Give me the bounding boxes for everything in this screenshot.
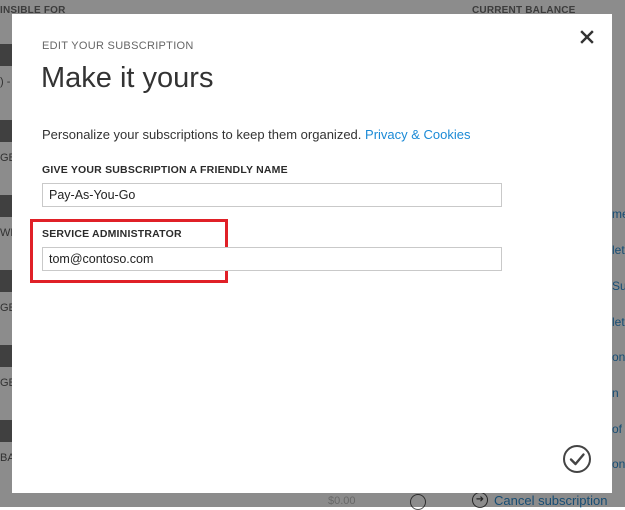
service-administrator-input[interactable] — [42, 247, 502, 271]
close-icon — [580, 30, 594, 44]
edit-subscription-dialog: EDIT YOUR SUBSCRIPTION Make it yours Per… — [12, 14, 612, 493]
privacy-cookies-link[interactable]: Privacy & Cookies — [365, 127, 470, 142]
service-administrator-label: SERVICE ADMINISTRATOR — [42, 228, 182, 240]
dialog-eyebrow: EDIT YOUR SUBSCRIPTION — [42, 40, 194, 52]
confirm-button[interactable] — [562, 444, 592, 474]
description-text: Personalize your subscriptions to keep t… — [42, 127, 362, 142]
checkmark-circle-icon — [563, 445, 591, 473]
dialog-title: Make it yours — [41, 62, 214, 94]
friendly-name-label: GIVE YOUR SUBSCRIPTION A FRIENDLY NAME — [42, 164, 288, 176]
close-button[interactable] — [578, 28, 596, 46]
friendly-name-input[interactable] — [42, 183, 502, 207]
dialog-description: Personalize your subscriptions to keep t… — [42, 127, 471, 142]
